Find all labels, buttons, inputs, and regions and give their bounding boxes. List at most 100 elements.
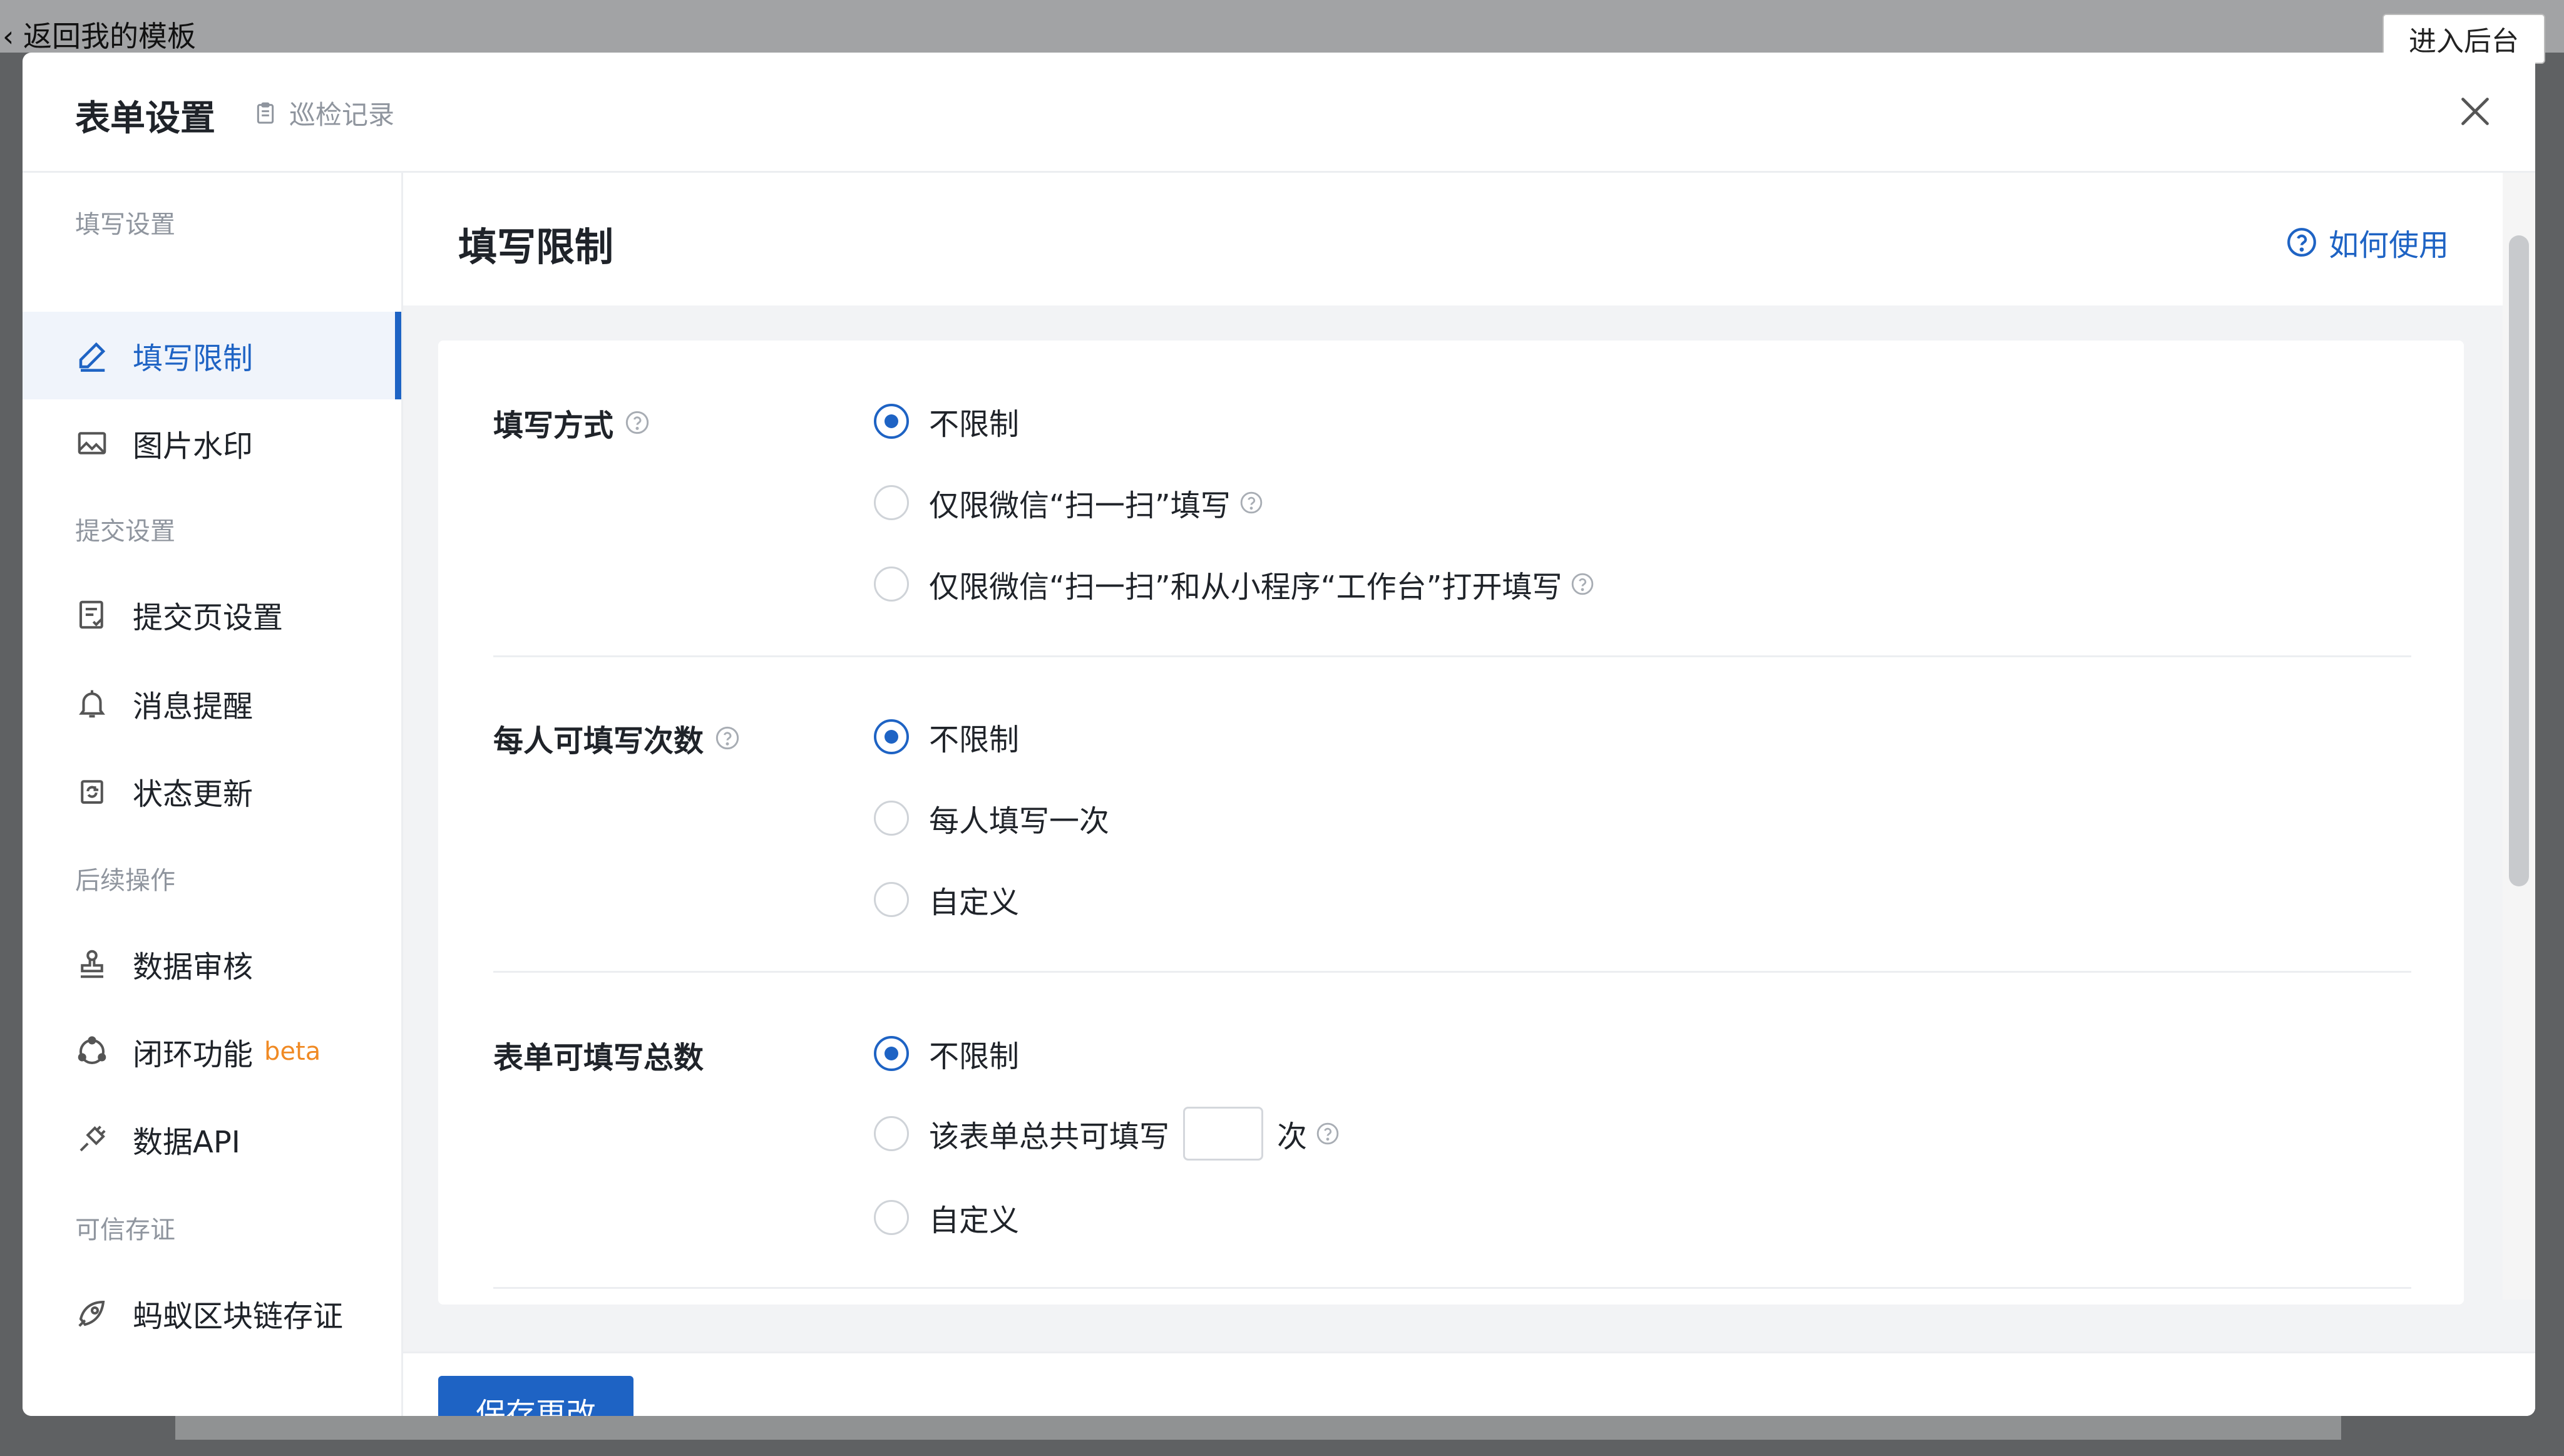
section-label: 表单可填写总数 <box>493 1033 704 1077</box>
modal-title: 表单设置 <box>75 98 215 139</box>
radio-option-custom[interactable]: 自定义 <box>874 1196 1019 1239</box>
radio-button[interactable] <box>874 882 909 917</box>
settings-sidebar: 填写设置 填写限制 图片水印 提交设置 提交页设置 消息提醒 状态更新 后续操作… <box>23 173 403 1416</box>
option-label-suffix: 次 <box>1277 1119 1308 1154</box>
radio-option-unlimited[interactable]: 不限制 <box>874 715 1019 759</box>
sidebar-item-label: 填写限制 <box>133 341 254 376</box>
option-label: 该表单总共可填写 <box>929 1119 1170 1154</box>
radio-option-once-per-person[interactable]: 每人填写一次 <box>874 796 1109 840</box>
scrollbar-thumb[interactable] <box>2509 235 2529 886</box>
radio-button[interactable] <box>874 1200 909 1235</box>
section-label-text: 每人可填写次数 <box>493 724 704 759</box>
section-total-limit: 表单可填写总数 不限制 该表单总共可填写 次 自定义 <box>493 1033 2411 1258</box>
option-label: 不限制 <box>929 1039 1020 1074</box>
page-title: 填写限制 <box>458 224 614 270</box>
radio-option-total-count[interactable]: 该表单总共可填写 次 <box>874 1107 1340 1161</box>
main-panel: 填写限制 如何使用 填写方式 不限制 仅限微信“扫一扫”填写 仅限微信“扫一扫”… <box>403 173 2535 1416</box>
main-header: 填写限制 如何使用 <box>403 173 2503 305</box>
option-label: 自定义 <box>929 1203 1020 1238</box>
question-circle-icon[interactable] <box>715 725 740 751</box>
radio-button[interactable] <box>874 719 909 754</box>
pencil-icon <box>79 342 106 372</box>
sidebar-item-label: 提交页设置 <box>133 600 284 635</box>
question-circle-icon[interactable] <box>1239 491 1263 515</box>
radio-button[interactable] <box>874 485 909 520</box>
question-circle-icon <box>2287 228 2316 257</box>
bell-icon <box>79 690 105 718</box>
radio-button[interactable] <box>874 1116 909 1151</box>
radio-button[interactable] <box>874 801 909 836</box>
sidebar-item-submit-page[interactable]: 提交页设置 <box>23 571 401 659</box>
sidebar-item-label: 消息提醒 <box>133 689 254 724</box>
sidebar-item-label: 蚂蚁区块链存证 <box>133 1299 344 1334</box>
section-divider <box>493 655 2411 657</box>
section-per-person-limit: 每人可填写次数 不限制 每人填写一次 自定义 <box>493 716 2411 929</box>
modal-footer <box>403 1351 2535 1416</box>
radio-option-custom[interactable]: 自定义 <box>874 878 1019 921</box>
option-label: 自定义 <box>929 885 1020 920</box>
radio-option-unlimited[interactable]: 不限制 <box>874 1032 1019 1075</box>
sidebar-item-label: 状态更新 <box>133 777 254 812</box>
clipboard-icon <box>257 102 274 123</box>
sidebar-item-data-api[interactable]: 数据API <box>23 1095 401 1183</box>
loop-icon <box>78 1036 106 1065</box>
image-icon <box>78 432 106 454</box>
stamp-icon <box>81 950 103 978</box>
question-circle-icon[interactable] <box>1316 1122 1340 1146</box>
section-label-text: 填写方式 <box>493 408 614 443</box>
save-changes-button[interactable]: 保存更改 <box>438 1376 633 1416</box>
radio-button[interactable] <box>874 567 909 602</box>
sidebar-item-closed-loop[interactable]: 闭环功能 beta <box>23 1008 401 1095</box>
radio-option-unlimited[interactable]: 不限制 <box>874 399 1019 443</box>
question-circle-icon[interactable] <box>625 410 650 435</box>
sidebar-group-title: 可信存证 <box>75 1216 175 1244</box>
refresh-icon <box>81 780 103 804</box>
sidebar-item-data-review[interactable]: 数据审核 <box>23 920 401 1008</box>
radio-option-wechat-scan[interactable]: 仅限微信“扫一扫”填写 <box>874 481 1263 525</box>
settings-card: 填写方式 不限制 仅限微信“扫一扫”填写 仅限微信“扫一扫”和从小程序“工作台”… <box>438 341 2464 1305</box>
option-label: 不限制 <box>929 722 1020 757</box>
option-label: 仅限微信“扫一扫”填写 <box>929 488 1231 523</box>
sidebar-item-label: 数据API <box>133 1125 240 1160</box>
blockchain-icon <box>78 1300 105 1327</box>
close-button[interactable] <box>2453 89 2498 134</box>
sidebar-item-fill-limit[interactable]: 填写限制 <box>23 312 401 399</box>
scrollbar-track[interactable] <box>2503 173 2535 1300</box>
patrol-record-label: 巡检记录 <box>289 100 395 130</box>
radio-button[interactable] <box>874 1036 909 1071</box>
sidebar-item-message-reminder[interactable]: 消息提醒 <box>23 660 401 747</box>
sidebar-item-label: 闭环功能 <box>133 1037 254 1072</box>
how-to-use-label: 如何使用 <box>2328 228 2449 263</box>
patrol-record-link[interactable]: 巡检记录 <box>253 94 394 132</box>
section-divider <box>493 1287 2411 1289</box>
section-label: 填写方式 <box>493 401 650 444</box>
sidebar-group-title: 填写设置 <box>75 210 175 239</box>
option-label: 不限制 <box>929 407 1020 442</box>
total-count-input[interactable] <box>1183 1107 1264 1161</box>
beta-badge: beta <box>264 1037 321 1066</box>
how-to-use-link[interactable]: 如何使用 <box>2286 220 2449 264</box>
sidebar-group-title: 提交设置 <box>75 517 175 546</box>
sidebar-item-label: 数据审核 <box>133 950 254 985</box>
section-divider <box>493 971 2411 973</box>
radio-button[interactable] <box>874 404 909 439</box>
section-label: 每人可填写次数 <box>493 716 740 760</box>
document-check-icon <box>79 600 103 629</box>
radio-option-wechat-scan-or-workbench[interactable]: 仅限微信“扫一扫”和从小程序“工作台”打开填写 <box>874 562 1594 606</box>
background-back-link: ‹ 返回我的模板 <box>3 19 197 53</box>
option-label: 仅限微信“扫一扫”和从小程序“工作台”打开填写 <box>929 570 1562 605</box>
form-settings-modal: 表单设置 巡检记录 填写设置 填写限制 图片水印 提交设置 提交页设置 消息提醒… <box>23 53 2535 1416</box>
sidebar-item-blockchain[interactable]: 蚂蚁区块链存证 <box>23 1269 401 1357</box>
plug-icon <box>79 1125 106 1152</box>
sidebar-item-status-update[interactable]: 状态更新 <box>23 747 401 835</box>
question-circle-icon[interactable] <box>1571 572 1594 596</box>
option-label: 每人填写一次 <box>929 804 1110 839</box>
close-icon <box>2461 98 2489 125</box>
sidebar-item-image-watermark[interactable]: 图片水印 <box>23 399 401 487</box>
sidebar-group-title: 后续操作 <box>75 866 175 895</box>
background-topbar <box>0 0 2564 53</box>
modal-header: 表单设置 巡检记录 <box>23 53 2535 173</box>
sidebar-item-label: 图片水印 <box>133 429 254 464</box>
section-label-text: 表单可填写总数 <box>493 1040 704 1075</box>
section-fill-method: 填写方式 不限制 仅限微信“扫一扫”填写 仅限微信“扫一扫”和从小程序“工作台”… <box>493 401 2411 613</box>
